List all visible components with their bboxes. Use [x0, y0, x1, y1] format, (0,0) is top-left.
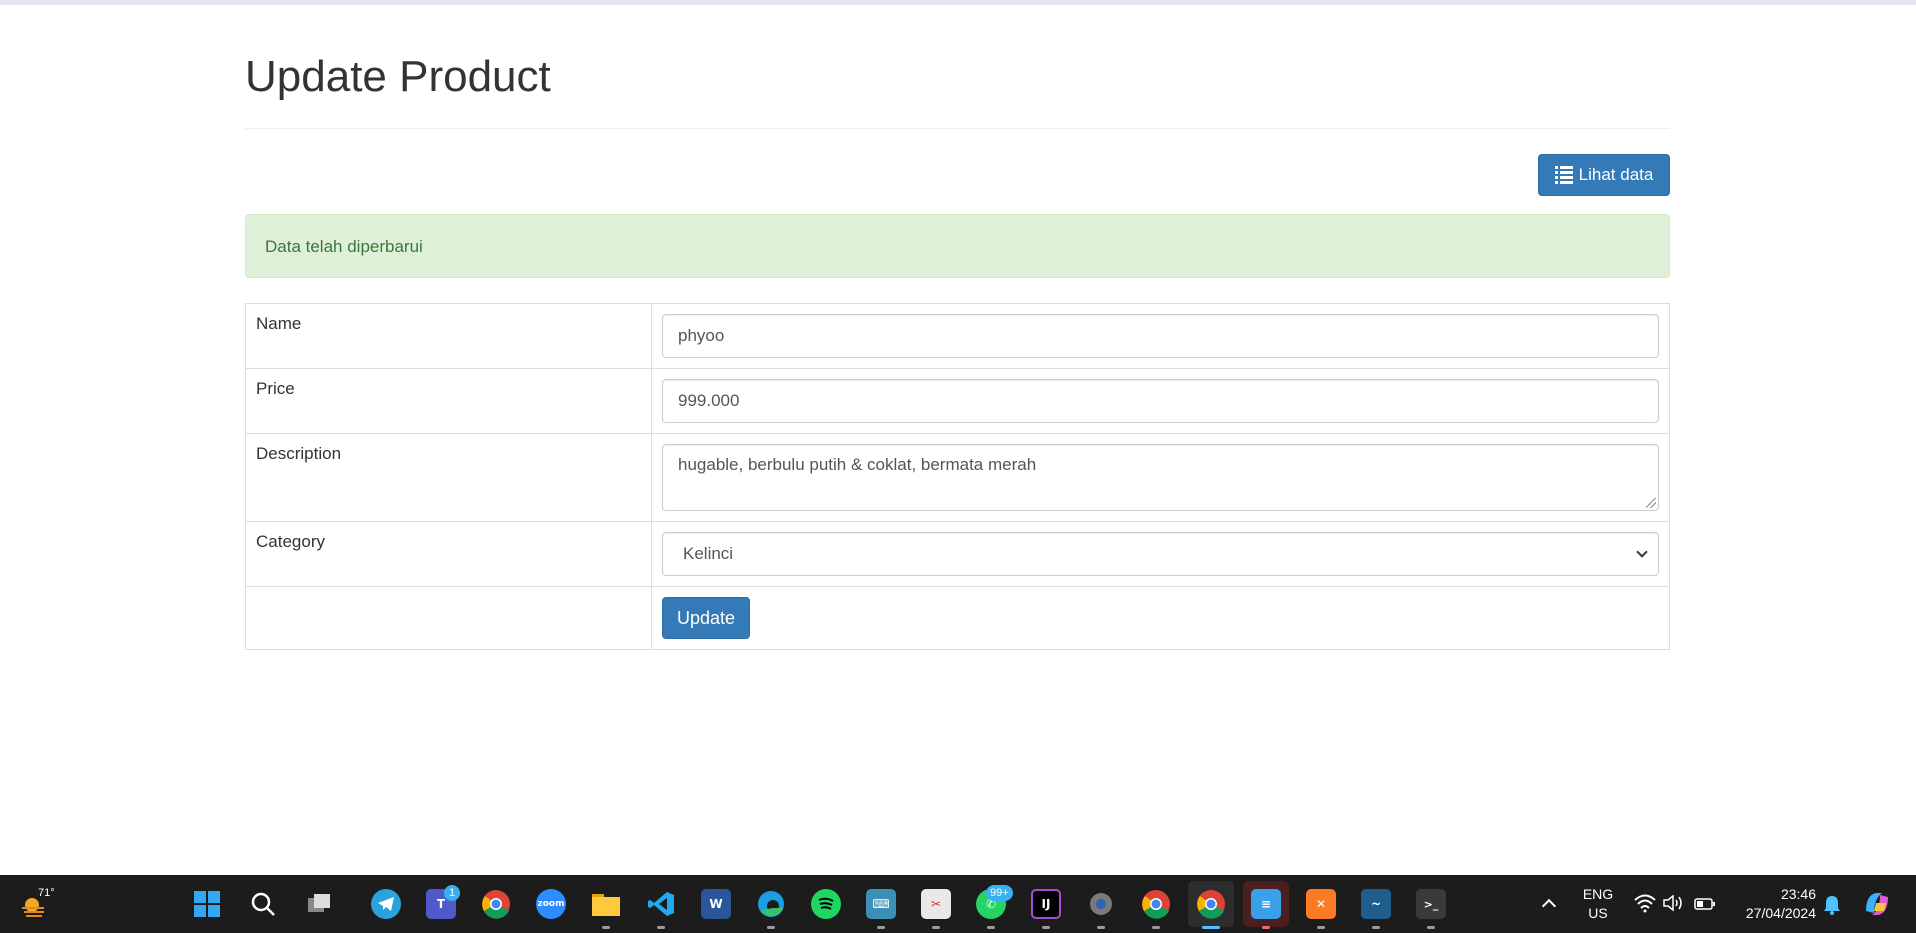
vscode-icon[interactable]	[646, 889, 676, 919]
start-icon[interactable]	[192, 889, 222, 919]
keyboard-app-icon[interactable]: ⌨	[866, 889, 896, 919]
language-indicator[interactable]: ENG US	[1578, 885, 1618, 923]
edge-icon[interactable]	[756, 889, 786, 919]
intellij-indicator	[1042, 926, 1050, 929]
clock[interactable]: 23:46 27/04/2024	[1730, 885, 1816, 923]
price-value: 999.000	[678, 391, 740, 410]
view-data-label: Lihat data	[1578, 165, 1654, 184]
snipping-tool-indicator	[932, 926, 940, 929]
zoom-icon[interactable]: zoom	[536, 889, 566, 919]
table-row: Category Kelinci	[245, 521, 1670, 587]
name-value: phyoo	[678, 326, 725, 345]
update-button[interactable]: Update	[662, 597, 750, 639]
chrome-active-indicator	[1202, 926, 1220, 929]
search-icon[interactable]	[248, 889, 278, 919]
chevron-up-icon[interactable]	[1541, 898, 1557, 914]
whatsapp-badge: 99+	[986, 885, 1013, 901]
windows-taskbar: 71° T 1 zoom W ⌨ ✂ ✆ 99+ IJ ≡ ✕ ~ >_ ENG…	[0, 875, 1916, 933]
price-label: Price	[245, 368, 652, 434]
snipping-tool-icon[interactable]: ✂	[921, 889, 951, 919]
volume-icon[interactable]	[1662, 893, 1684, 918]
name-label: Name	[245, 303, 652, 369]
notepad-icon[interactable]: ≡	[1251, 889, 1281, 919]
category-select[interactable]: Kelinci	[662, 532, 1659, 576]
price-cell: 999.000	[651, 368, 1670, 434]
notepad-indicator	[1262, 926, 1270, 929]
intellij-icon[interactable]: IJ	[1031, 889, 1061, 919]
mysql-workbench-icon[interactable]: ~	[1361, 889, 1391, 919]
success-alert: Data telah diperbarui	[245, 214, 1670, 278]
description-cell: hugable, berbulu putih & coklat, bermata…	[651, 433, 1670, 522]
browser-top-strip	[0, 0, 1916, 5]
table-row: Description hugable, berbulu putih & cok…	[245, 433, 1670, 522]
name-input[interactable]: phyoo	[662, 314, 1659, 358]
description-value: hugable, berbulu putih & coklat, bermata…	[678, 455, 1037, 474]
description-textarea[interactable]: hugable, berbulu putih & coklat, bermata…	[662, 444, 1659, 511]
weather-temp: 71°	[38, 887, 55, 899]
category-selected-value: Kelinci	[683, 544, 734, 563]
notification-bell-icon[interactable]	[1823, 895, 1841, 920]
mysql-workbench-indicator	[1372, 926, 1380, 929]
word-icon[interactable]: W	[701, 889, 731, 919]
weather-widget[interactable]: 71°	[20, 887, 60, 921]
list-icon	[1554, 166, 1573, 184]
edge-indicator	[767, 926, 775, 929]
chrome-icon[interactable]	[481, 889, 511, 919]
xampp-icon[interactable]: ✕	[1306, 889, 1336, 919]
page-title: Update Product	[245, 52, 551, 101]
name-cell: phyoo	[651, 303, 1670, 369]
chrome-profile-icon[interactable]	[1141, 889, 1171, 919]
terminal-icon[interactable]: >_	[1416, 889, 1446, 919]
keyboard-app-indicator	[877, 926, 885, 929]
price-input[interactable]: 999.000	[662, 379, 1659, 423]
file-explorer-icon[interactable]	[591, 889, 621, 919]
description-label: Description	[245, 433, 652, 522]
clock-date: 27/04/2024	[1745, 905, 1816, 921]
copilot-icon[interactable]	[1862, 889, 1892, 924]
product-form-table: Name phyoo Price 999.000 Description hug…	[245, 303, 1670, 650]
chrome-profile-indicator	[1152, 926, 1160, 929]
category-cell: Kelinci	[651, 521, 1670, 587]
clock-time: 23:46	[1780, 886, 1816, 902]
table-row: Update	[245, 586, 1670, 650]
submit-cell: Update	[651, 586, 1670, 650]
language-line1: ENG	[1582, 886, 1614, 902]
title-divider	[245, 128, 1670, 129]
telegram-icon[interactable]	[371, 889, 401, 919]
terminal-indicator	[1427, 926, 1435, 929]
resize-handle-icon[interactable]	[1646, 498, 1656, 508]
teams-badge: 1	[444, 885, 460, 901]
task-view-icon[interactable]	[304, 889, 334, 919]
chevron-down-icon	[1636, 546, 1648, 558]
category-label: Category	[245, 521, 652, 587]
wifi-icon[interactable]	[1634, 893, 1656, 918]
spotify-icon[interactable]	[811, 889, 841, 919]
language-line2: US	[1588, 905, 1608, 921]
vscode-indicator	[657, 926, 665, 929]
xampp-indicator	[1317, 926, 1325, 929]
settings-indicator	[1097, 926, 1105, 929]
table-row: Name phyoo	[245, 303, 1670, 369]
battery-icon[interactable]	[1694, 897, 1716, 915]
view-data-button[interactable]: Lihat data	[1538, 154, 1670, 196]
table-row: Price 999.000	[245, 368, 1670, 434]
file-explorer-indicator	[602, 926, 610, 929]
chrome-active-icon[interactable]	[1196, 889, 1226, 919]
settings-icon[interactable]	[1086, 889, 1116, 919]
whatsapp-indicator	[987, 926, 995, 929]
empty-label-cell	[245, 586, 652, 650]
